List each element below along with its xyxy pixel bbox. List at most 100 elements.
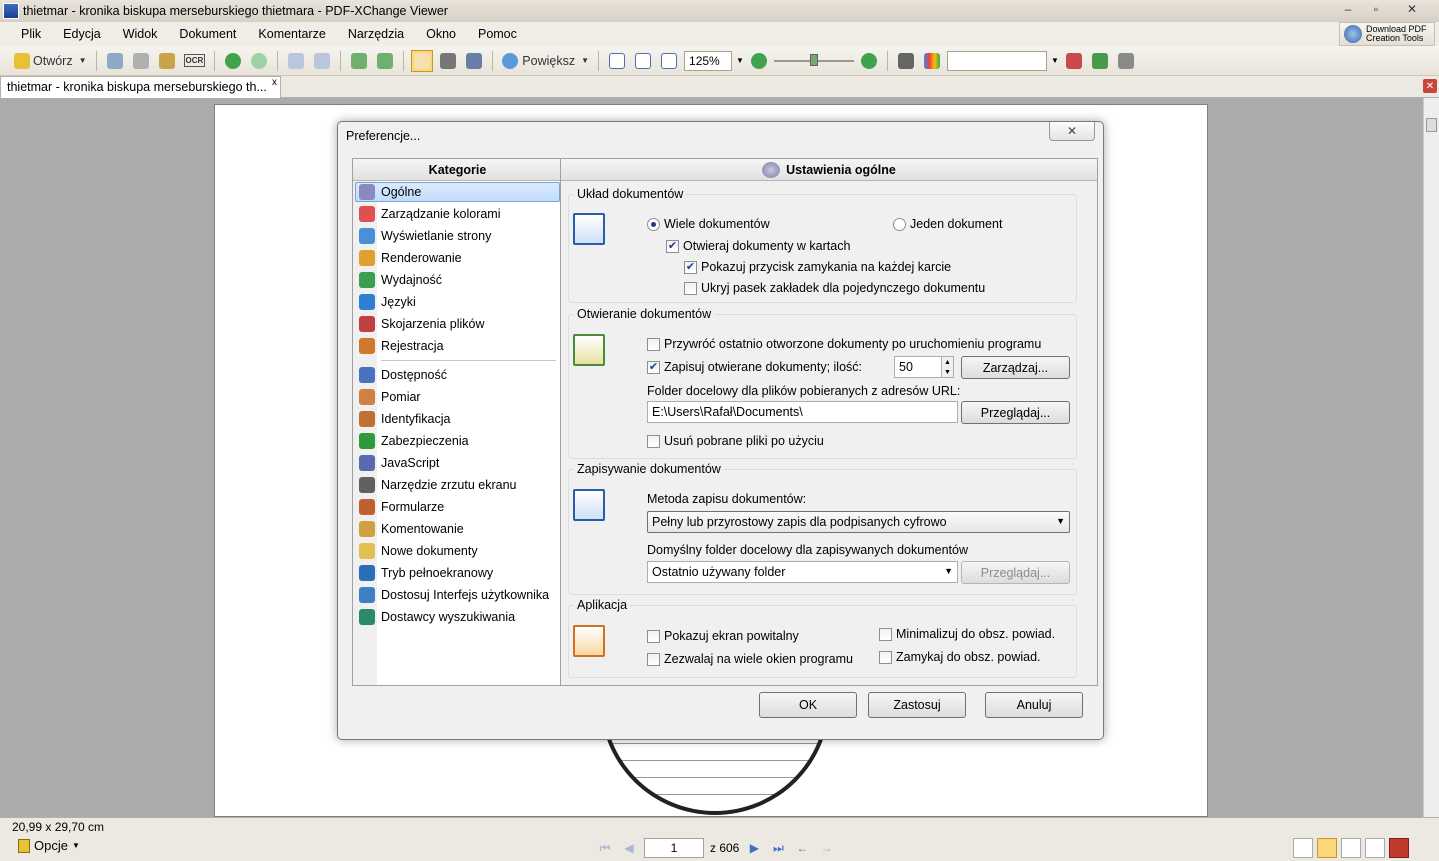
- category-item[interactable]: Tryb pełnoekranowy: [353, 562, 562, 584]
- zoom-in-button[interactable]: [858, 50, 880, 72]
- facing-view-icon[interactable]: [1341, 838, 1361, 858]
- back-button[interactable]: [222, 50, 244, 72]
- undo-button[interactable]: [285, 50, 307, 72]
- category-item[interactable]: Formularze: [353, 496, 562, 518]
- zoom-slider-thumb[interactable]: [809, 53, 818, 66]
- tools-menu-button[interactable]: [1115, 50, 1137, 72]
- ok-button[interactable]: OK: [759, 692, 857, 718]
- category-item[interactable]: Dostosuj Interfejs użytkownika: [353, 584, 562, 606]
- single-page-view-icon[interactable]: [1293, 838, 1313, 858]
- multi-docs-radio[interactable]: Wiele dokumentów: [647, 217, 770, 231]
- export-button[interactable]: [374, 50, 396, 72]
- ocr-button[interactable]: OCR: [182, 50, 208, 72]
- save-method-select[interactable]: Pełny lub przyrostowy zapis dla podpisan…: [647, 511, 1070, 533]
- scrollbar-thumb[interactable]: [1426, 118, 1437, 132]
- continuous-facing-view-icon[interactable]: [1365, 838, 1385, 858]
- menu-pomoc[interactable]: Pomoc: [467, 27, 528, 41]
- minimize-tray-checkbox[interactable]: Minimalizuj do obsz. powiad.: [879, 627, 1055, 641]
- current-page-input[interactable]: 1: [644, 838, 704, 858]
- delete-downloaded-checkbox[interactable]: Usuń pobrane pliki po użyciu: [647, 434, 824, 448]
- menu-dokument[interactable]: Dokument: [168, 27, 247, 41]
- category-item[interactable]: Dostępność: [353, 364, 562, 386]
- menu-komentarze[interactable]: Komentarze: [247, 27, 336, 41]
- menu-narzedzia[interactable]: Narzędzia: [337, 27, 415, 41]
- next-page-icon[interactable]: ▶: [745, 840, 763, 856]
- hand-tool-button[interactable]: [411, 49, 434, 72]
- find-button[interactable]: [895, 50, 917, 72]
- zoom-level-input[interactable]: 125%: [684, 50, 733, 71]
- zoom-dropdown-icon[interactable]: ▼: [736, 56, 744, 65]
- google-search-button[interactable]: [921, 50, 943, 72]
- sign-tool-button[interactable]: [1089, 50, 1111, 72]
- single-doc-radio[interactable]: Jeden dokument: [893, 217, 1002, 231]
- forward-view-icon[interactable]: →: [817, 840, 835, 856]
- last-page-icon[interactable]: ⏭: [769, 840, 787, 856]
- url-folder-input[interactable]: E:\Users\Rafał\Documents\: [647, 401, 958, 423]
- forward-button[interactable]: [248, 50, 270, 72]
- save-button[interactable]: [104, 50, 126, 72]
- fit-width-button[interactable]: [658, 50, 680, 72]
- print-button[interactable]: [130, 50, 152, 72]
- recent-count-spinner[interactable]: ▲ ▼: [942, 356, 954, 378]
- options-button[interactable]: Opcje ▼: [18, 838, 80, 853]
- close-window-button[interactable]: ✕: [1391, 0, 1433, 18]
- zoom-slider[interactable]: [773, 53, 854, 66]
- category-item[interactable]: Zabezpieczenia: [353, 430, 562, 452]
- category-item[interactable]: Skojarzenia plików: [353, 313, 562, 335]
- text-select-button[interactable]: [463, 50, 485, 72]
- category-item[interactable]: Języki: [353, 291, 562, 313]
- stamp-tool-button[interactable]: [1063, 50, 1085, 72]
- redo-button[interactable]: [311, 50, 333, 72]
- pdf-icon[interactable]: [1389, 838, 1409, 858]
- hide-tab-bar-checkbox[interactable]: Ukryj pasek zakładek dla pojedynczego do…: [684, 281, 985, 295]
- open-in-tabs-checkbox[interactable]: ✔ Otwieraj dokumenty w kartach: [666, 239, 850, 253]
- category-item[interactable]: Renderowanie: [353, 247, 562, 269]
- scan-button[interactable]: [156, 50, 178, 72]
- category-item[interactable]: Wydajność: [353, 269, 562, 291]
- snapshot-button[interactable]: [437, 50, 459, 72]
- rotate-button[interactable]: [348, 50, 370, 72]
- menu-edycja[interactable]: Edycja: [52, 27, 112, 41]
- document-tab[interactable]: thietmar - kronika biskupa merseburskieg…: [0, 76, 281, 98]
- back-view-icon[interactable]: ←: [793, 840, 811, 856]
- restore-last-checkbox[interactable]: Przywróć ostatnio otworzone dokumenty po…: [647, 337, 1041, 351]
- search-dropdown-icon[interactable]: ▼: [1051, 56, 1059, 65]
- menu-okno[interactable]: Okno: [415, 27, 467, 41]
- category-item[interactable]: Narzędzie zrzutu ekranu: [353, 474, 562, 496]
- close-tab-icon[interactable]: x: [272, 77, 277, 88]
- multi-windows-checkbox[interactable]: Zezwalaj na wiele okien programu: [647, 652, 853, 666]
- category-item[interactable]: JavaScript: [353, 452, 562, 474]
- dialog-close-button[interactable]: ✕: [1049, 122, 1095, 141]
- category-item[interactable]: Ogólne: [353, 181, 562, 203]
- download-pdf-tools-button[interactable]: Download PDF Creation Tools: [1339, 22, 1435, 46]
- category-item[interactable]: Dostawcy wyszukiwania: [353, 606, 562, 628]
- cancel-button[interactable]: Anuluj: [985, 692, 1083, 718]
- category-item[interactable]: Zarządzanie kolorami: [353, 203, 562, 225]
- menu-widok[interactable]: Widok: [112, 27, 169, 41]
- menu-plik[interactable]: Plik: [10, 27, 52, 41]
- zoom-in-tool-button[interactable]: Powiększ ▼: [500, 50, 591, 72]
- category-item[interactable]: Rejestracja: [353, 335, 562, 357]
- save-opened-checkbox[interactable]: ✔ Zapisuj otwierane dokumenty; ilość:: [647, 360, 862, 374]
- close-document-icon[interactable]: ✕: [1423, 79, 1437, 93]
- open-button[interactable]: Otwórz ▼: [12, 50, 89, 72]
- category-item[interactable]: Identyfikacja: [353, 408, 562, 430]
- first-page-icon[interactable]: ⏮: [596, 840, 614, 856]
- toolbar-search-input[interactable]: [946, 50, 1047, 71]
- category-item[interactable]: Komentowanie: [353, 518, 562, 540]
- fit-page-button[interactable]: [632, 50, 654, 72]
- restore-button[interactable]: ▫: [1363, 0, 1389, 18]
- browse-save-folder-button[interactable]: Przeglądaj...: [961, 561, 1070, 584]
- browse-url-folder-button[interactable]: Przeglądaj...: [961, 401, 1070, 424]
- recent-count-input[interactable]: 50: [894, 356, 942, 378]
- category-item[interactable]: Pomiar: [353, 386, 562, 408]
- default-save-folder-select[interactable]: Ostatnio używany folder ▼: [647, 561, 958, 583]
- minimize-button[interactable]: –: [1335, 0, 1361, 18]
- apply-button[interactable]: Zastosuj: [868, 692, 966, 718]
- close-tray-checkbox[interactable]: Zamykaj do obsz. powiad.: [879, 650, 1041, 664]
- splash-screen-checkbox[interactable]: Pokazuj ekran powitalny: [647, 629, 799, 643]
- show-close-button-checkbox[interactable]: ✔ Pokazuj przycisk zamykania na każdej k…: [684, 260, 951, 274]
- actual-size-button[interactable]: [606, 50, 628, 72]
- category-item[interactable]: Nowe dokumenty: [353, 540, 562, 562]
- continuous-view-icon[interactable]: [1317, 838, 1337, 858]
